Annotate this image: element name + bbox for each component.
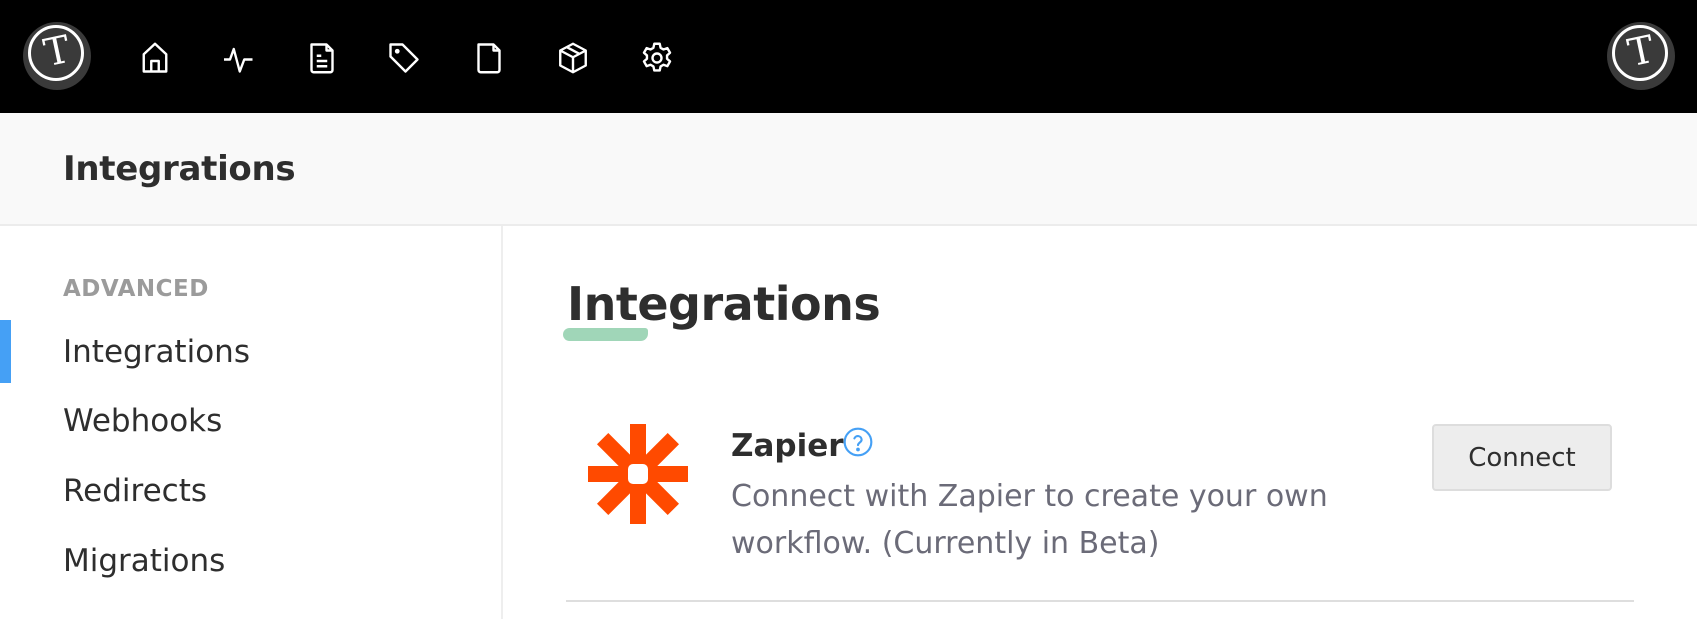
top-navigation-bar: T T	[0, 0, 1697, 113]
settings-sidebar: ADVANCED Integrations Webhooks Redirects…	[0, 226, 503, 619]
nav-tags[interactable]	[386, 40, 422, 76]
integration-name: Zapier	[731, 428, 844, 464]
nav-posts[interactable]	[304, 40, 340, 76]
activity-icon	[224, 47, 253, 73]
zapier-logo-icon	[588, 424, 688, 524]
description-line-2: workflow. (Currently in Beta)	[731, 526, 1160, 561]
gear-icon	[642, 42, 672, 72]
sidebar-item-integrations[interactable]: Integrations	[63, 334, 250, 370]
tag-icon	[389, 43, 419, 73]
page-title: Integrations	[63, 149, 296, 189]
box-icon	[559, 42, 587, 74]
document-icon	[310, 43, 334, 74]
logo-glyph: T	[40, 26, 74, 76]
integration-description: Connect with Zapier to create your own w…	[731, 473, 1351, 567]
integration-row-zapier: Zapier Connect with Zapier to create you…	[566, 400, 1634, 602]
page-header: Integrations	[0, 113, 1697, 226]
nav-activity[interactable]	[221, 40, 257, 76]
sidebar-item-migrations[interactable]: Migrations	[63, 543, 225, 579]
active-indicator	[0, 320, 11, 383]
file-icon	[477, 43, 501, 74]
sidebar-section-label: ADVANCED	[63, 276, 209, 302]
row-divider	[566, 600, 1634, 602]
nav-products[interactable]	[555, 40, 591, 76]
nav-settings[interactable]	[639, 40, 675, 76]
home-icon	[142, 42, 168, 73]
avatar-glyph: T	[1624, 26, 1658, 76]
sidebar-item-redirects[interactable]: Redirects	[63, 473, 207, 509]
account-avatar[interactable]: T	[1607, 22, 1675, 90]
nav-pages[interactable]	[471, 40, 507, 76]
sidebar-item-webhooks[interactable]: Webhooks	[63, 403, 222, 439]
description-line-1: Connect with Zapier to create your own	[731, 479, 1328, 514]
site-logo[interactable]: T	[23, 22, 91, 90]
nav-home[interactable]	[137, 40, 173, 76]
question-circle-icon[interactable]	[842, 426, 874, 458]
connect-button[interactable]: Connect	[1432, 424, 1612, 491]
section-title: Integrations	[567, 277, 881, 331]
